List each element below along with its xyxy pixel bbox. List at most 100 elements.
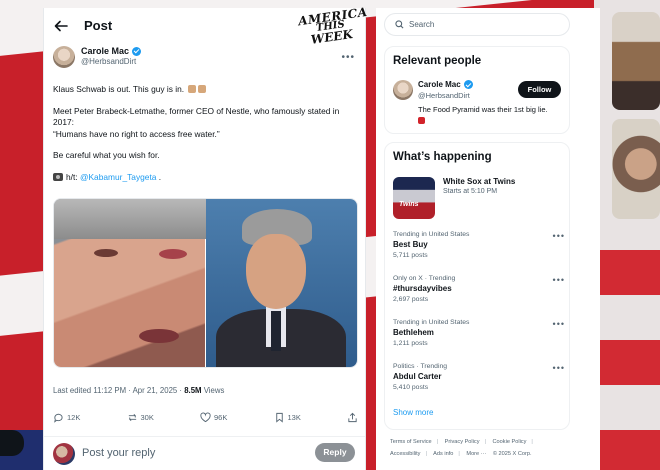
more-options-icon[interactable]: ••• <box>553 275 565 285</box>
camera-emoji-icon <box>53 172 63 181</box>
follow-button[interactable]: Follow <box>518 81 561 98</box>
event-title: White Sox at Twins <box>443 177 516 186</box>
room-photo <box>612 12 660 110</box>
reply-icon <box>54 413 63 423</box>
flag-stripe-red <box>594 430 660 470</box>
trend-posts: 1,211 posts <box>393 340 428 347</box>
flag-stripe-red <box>594 250 660 295</box>
heart-icon <box>200 412 211 423</box>
author-name[interactable]: Carole Mac <box>81 46 129 56</box>
sidebar: Search Relevant people Carole Mac @Herbs… <box>376 8 600 470</box>
tweet-column: Post AMERICA THIS WEEK Carole Mac @Herbs… <box>43 4 369 470</box>
trend-context: Only on X · Trending <box>393 275 456 282</box>
whats-happening-card: What’s happening White Sox at Twins Star… <box>384 142 570 430</box>
views-label: Views <box>203 386 225 395</box>
repost-action[interactable]: 30K <box>127 412 154 423</box>
media-image-right[interactable] <box>205 199 357 367</box>
like-action[interactable]: 96K <box>200 412 227 423</box>
trend-posts: 5,711 posts <box>393 252 428 259</box>
repost-count: 30K <box>140 413 154 422</box>
flag-stripe-red <box>594 340 660 385</box>
event-time: Starts at 5:10 PM <box>443 188 498 195</box>
tweet-line-2: Meet Peter Brabeck-Letmathe, former CEO … <box>53 105 340 128</box>
footer-link-cookie[interactable]: Cookie Policy <box>493 439 527 445</box>
trend-topic: Bethlehem <box>393 328 434 337</box>
man-photo <box>612 119 660 219</box>
apple-emoji-icon <box>418 117 425 124</box>
relevant-person-name-row[interactable]: Carole Mac <box>418 80 473 89</box>
avatar[interactable] <box>53 443 75 465</box>
tweet-meta: Last edited 11:12 PM · Apr 21, 2025 · 8.… <box>53 386 224 395</box>
verified-badge-icon <box>132 46 142 56</box>
footer-link-terms[interactable]: Terms of Service <box>390 439 432 445</box>
reply-input[interactable]: Post your reply <box>82 447 155 459</box>
tweet-line-1: Klaus Schwab is out. This guy is in. <box>53 84 185 94</box>
show-more-link[interactable]: Show more <box>393 408 433 417</box>
trend-context: Trending in United States <box>393 231 470 238</box>
repost-icon <box>128 413 136 422</box>
footer-link-ads[interactable]: Ads info <box>433 451 453 457</box>
back-arrow-icon[interactable] <box>54 19 68 33</box>
tweet-line-3: Be careful what you wish for. <box>53 150 160 160</box>
event-thumbnail <box>393 177 435 219</box>
reply-button[interactable]: Reply <box>315 443 355 462</box>
page-title: Post <box>84 18 113 33</box>
views-count: 8.5M <box>184 386 202 395</box>
footer-link-more[interactable]: More ··· <box>466 451 486 457</box>
trend-posts: 5,410 posts <box>393 384 429 391</box>
edited-timestamp[interactable]: Last edited 11:12 PM · Apr 21, 2025 · <box>53 386 182 395</box>
tweet-actions: 12K 30K 96K 13K <box>53 412 358 423</box>
relevant-person-bio: The Food Pyramid was their 1st big lie. <box>418 105 568 127</box>
trend-posts: 2,697 posts <box>393 296 429 303</box>
trend-item[interactable]: Trending in United States Bethlehem 1,21… <box>393 319 565 357</box>
search-placeholder: Search <box>409 20 435 29</box>
more-options-icon[interactable]: ••• <box>341 52 355 63</box>
more-options-icon[interactable]: ••• <box>553 231 565 241</box>
trend-topic: Abdul Carter <box>393 372 442 381</box>
share-action[interactable] <box>347 412 358 423</box>
tweet-text: Klaus Schwab is out. This guy is in. Mee… <box>53 84 358 193</box>
pointing-hand-emoji-icon <box>198 85 207 93</box>
tweet-author[interactable]: Carole Mac @HerbsandDirt <box>53 46 142 68</box>
trend-context: Politics · Trending <box>393 363 448 370</box>
like-count: 96K <box>214 413 228 422</box>
verified-badge-icon <box>463 80 473 89</box>
author-handle[interactable]: @HerbsandDirt <box>81 57 141 66</box>
left-edge-button[interactable] <box>0 430 24 456</box>
trend-item[interactable]: Only on X · Trending #thursdayvibes 2,69… <box>393 275 565 313</box>
footer-link-privacy[interactable]: Privacy Policy <box>445 439 480 445</box>
hat-tip-prefix: h/t: <box>66 171 78 182</box>
mention-link[interactable]: @Kabamur_Taygeta <box>80 172 156 182</box>
reply-count: 12K <box>67 413 81 422</box>
trend-topic: Best Buy <box>393 240 428 249</box>
footer-links: Terms of Service | Privacy Policy | Cookie… <box>390 439 533 457</box>
bookmark-action[interactable]: 13K <box>274 412 301 423</box>
relevant-people-title: Relevant people <box>393 55 482 67</box>
media-image-left[interactable] <box>54 199 206 367</box>
relevant-people-card: Relevant people Carole Mac @HerbsandDirt… <box>384 46 570 134</box>
pointing-hand-emoji-icon <box>188 85 197 93</box>
whats-happening-title: What’s happening <box>393 151 492 163</box>
footer-copyright: © 2025 X Corp. <box>492 451 532 457</box>
more-options-icon[interactable]: ••• <box>553 319 565 329</box>
tweet-quote: “Humans have no right to access free wat… <box>53 128 220 139</box>
america-this-week-logo: AMERICA THIS WEEK <box>297 4 369 47</box>
relevant-person-name[interactable]: Carole Mac <box>418 80 461 89</box>
tweet-media[interactable] <box>53 198 358 368</box>
avatar[interactable] <box>393 80 413 100</box>
avatar[interactable] <box>53 46 75 68</box>
relevant-person-handle[interactable]: @HerbsandDirt <box>418 91 470 100</box>
more-options-icon[interactable]: ••• <box>553 363 565 373</box>
reply-action[interactable]: 12K <box>53 412 80 423</box>
trend-item[interactable]: Politics · Trending Abdul Carter 5,410 p… <box>393 363 565 401</box>
event-item[interactable]: White Sox at Twins Starts at 5:10 PM <box>393 177 565 219</box>
footer-link-accessibility[interactable]: Accessibility <box>390 451 420 457</box>
trend-item[interactable]: Trending in United States Best Buy 5,711… <box>393 231 565 269</box>
share-icon <box>348 412 357 423</box>
trend-topic: #thursdayvibes <box>393 284 452 293</box>
reply-composer: Post your reply Reply <box>44 436 365 470</box>
trend-context: Trending in United States <box>393 319 470 326</box>
hat-tip-suffix: . <box>158 171 162 182</box>
bookmark-count: 13K <box>287 413 301 422</box>
search-input[interactable]: Search <box>384 13 570 36</box>
